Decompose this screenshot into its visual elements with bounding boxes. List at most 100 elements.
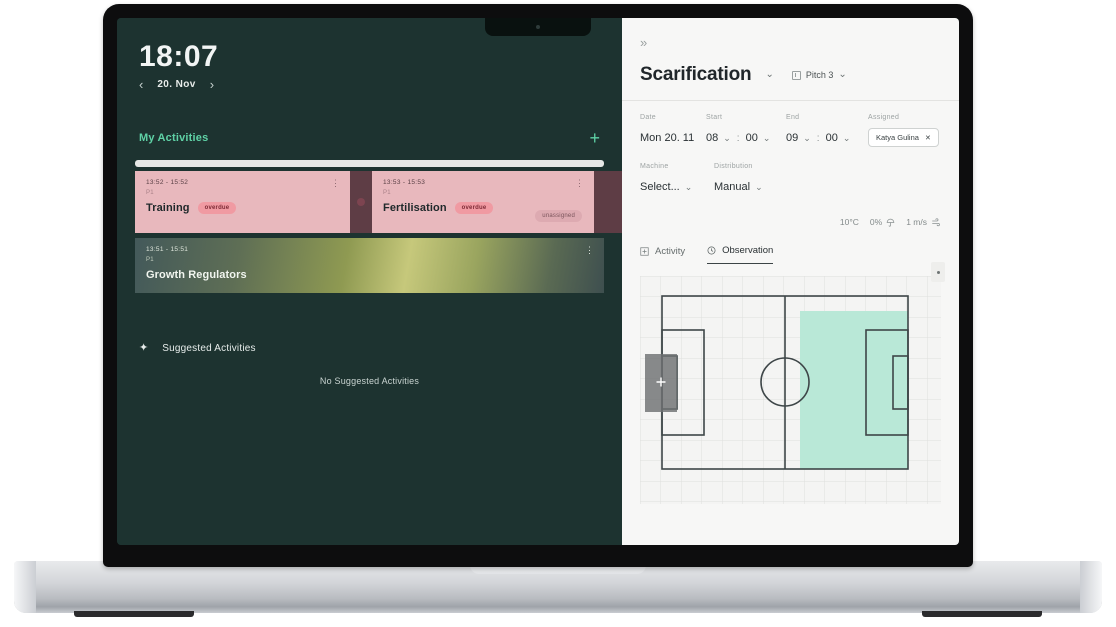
activity-time: 13:52 - 15:52 (146, 179, 189, 186)
divider (622, 100, 959, 101)
tab-activity-label: Activity (655, 245, 686, 257)
wind-icon (932, 217, 940, 226)
precipitation-item: 0% (870, 217, 895, 227)
machine-value: Select... ⌄ (640, 181, 698, 193)
temperature-value: 10°C (839, 217, 859, 227)
end-label: End (786, 114, 800, 121)
assignee-chip[interactable]: Katya Gulina ✕ (868, 128, 939, 147)
date-field: Date Mon 20. 11 (640, 114, 706, 147)
add-activity-button[interactable]: + (589, 129, 600, 147)
suggested-activities-header: ✦ Suggested Activities (117, 342, 622, 355)
base-foot-right (922, 611, 1042, 617)
assignee-name: Katya Gulina (876, 133, 919, 142)
activity-pitch: P1 (146, 257, 154, 263)
my-activities-title: My Activities (139, 132, 209, 144)
close-icon[interactable]: ✕ (925, 134, 931, 142)
activity-title: Growth Regulators (146, 269, 247, 281)
wind-value: 1 m/s (906, 217, 927, 227)
start-field: Start 08 ⌄ : 00 ⌄ (706, 114, 786, 147)
activity-card-training[interactable]: 13:52 - 15:52 P1 Training overdue ⋮ (135, 171, 350, 233)
collapse-panel-button[interactable]: » (640, 35, 647, 50)
temperature-item: 10°C (840, 217, 859, 227)
chevron-down-icon[interactable]: ⌄ (685, 182, 693, 192)
tab-activity[interactable]: Activity (640, 245, 685, 264)
detail-tabs: Activity Observation (640, 245, 941, 264)
pitch-selector[interactable]: Pitch 3 ⌄ (791, 70, 847, 80)
my-activities-header: My Activities + (117, 129, 622, 147)
weather-summary: 10°C 0% 1 m/s (640, 217, 941, 227)
diagram-zoom-button[interactable] (931, 262, 945, 282)
chevron-down-icon[interactable]: ⌄ (803, 133, 811, 143)
date-value[interactable]: Mon 20. 11 (640, 132, 706, 144)
screenshot-stage: 18:07 ‹ 20. Nov › My Activities + 13:52 … (0, 0, 1116, 627)
detail-title-row: Scarification ⌄ Pitch 3 ⌄ (640, 64, 941, 86)
assigned-label: Assigned (868, 114, 900, 121)
end-hour-select[interactable]: 09 (786, 132, 798, 144)
clock-section: 18:07 ‹ 20. Nov › (117, 42, 622, 92)
tab-observation-label: Observation (722, 245, 774, 256)
timeline-trailing-gap (594, 171, 622, 233)
start-minute-select[interactable]: 00 (746, 132, 758, 144)
page-title: Scarification (640, 64, 752, 85)
activity-menu-button[interactable]: ⋮ (331, 179, 340, 188)
unassigned-badge: unassigned (535, 210, 582, 222)
plus-box-icon (640, 246, 649, 256)
machine-label: Machine (640, 163, 669, 170)
activity-menu-button[interactable]: ⋮ (575, 179, 584, 188)
pitch-icon (791, 70, 801, 80)
pitch-diagram[interactable] (640, 276, 941, 504)
camera-icon (536, 25, 540, 29)
activity-card-fertilisation[interactable]: 13:53 - 15:53 P1 Fertilisation overdue u… (372, 171, 594, 233)
distribution-value: Manual ⌄ (714, 181, 804, 193)
pitch-diagram-container (640, 262, 945, 504)
chevron-down-icon[interactable]: ⌄ (843, 133, 851, 143)
activity-title-row: Growth Regulators (146, 269, 593, 281)
wind-item: 1 m/s (906, 217, 941, 227)
end-minute-select[interactable]: 00 (826, 132, 838, 144)
end-time-value: 09 ⌄ : 00 ⌄ (786, 132, 868, 144)
app-window: 18:07 ‹ 20. Nov › My Activities + 13:52 … (117, 18, 959, 545)
activity-timeline: 13:52 - 15:52 P1 Training overdue ⋮ 13:5… (117, 160, 622, 293)
chevron-down-icon[interactable]: ⌄ (755, 182, 763, 192)
chevron-down-icon[interactable]: ⌄ (723, 133, 731, 143)
timeline-scrollbar[interactable] (135, 160, 604, 167)
activity-cards-row: 13:52 - 15:52 P1 Training overdue ⋮ 13:5… (117, 171, 622, 233)
activity-title: Training (146, 202, 190, 214)
chevron-down-icon[interactable]: ⌄ (765, 70, 773, 80)
base-edge-left (14, 561, 36, 613)
activity-time: 13:51 - 15:51 (146, 246, 189, 253)
machine-select[interactable]: Select... (640, 181, 680, 193)
treatment-area-highlight (800, 311, 908, 469)
webcam-notch (485, 18, 591, 36)
zoom-dot-icon (936, 270, 940, 274)
sparkle-icon: ✦ (139, 342, 149, 354)
activity-card-growth-regulators[interactable]: 13:51 - 15:51 P1 Growth Regulators ⋮ (135, 238, 604, 293)
base-foot-left (74, 611, 194, 617)
pitch-label: Pitch 3 (805, 70, 834, 80)
detail-panel: » Scarification ⌄ Pitch 3 ⌄ Date Mon 20.… (622, 18, 959, 545)
suggested-activities-title: Suggested Activities (162, 343, 256, 354)
activity-pitch: P1 (146, 190, 154, 196)
timeline-gap (350, 171, 372, 233)
previous-day-button[interactable]: ‹ (139, 78, 143, 91)
chevron-down-icon[interactable]: ⌄ (763, 133, 771, 143)
distribution-label: Distribution (714, 163, 753, 170)
base-edge-right (1080, 561, 1102, 613)
time-separator: : (736, 132, 740, 144)
start-hour-select[interactable]: 08 (706, 132, 718, 144)
time-separator: : (816, 132, 820, 144)
tab-observation[interactable]: Observation (707, 245, 774, 264)
activity-title-row: Training overdue (146, 202, 339, 214)
overdue-badge: overdue (454, 202, 494, 214)
activity-menu-button[interactable]: ⋮ (585, 246, 594, 255)
activities-panel: 18:07 ‹ 20. Nov › My Activities + 13:52 … (117, 18, 622, 545)
date-label: Date (640, 114, 656, 121)
machine-field: Machine Select... ⌄ (640, 163, 698, 193)
end-field: End 09 ⌄ : 00 ⌄ (786, 114, 868, 147)
precipitation-value: 0% (869, 217, 883, 227)
assigned-field: Assigned Katya Gulina ✕ (868, 114, 941, 147)
next-day-button[interactable]: › (210, 78, 214, 91)
distribution-select[interactable]: Manual (714, 181, 750, 193)
distribution-field: Distribution Manual ⌄ (714, 163, 804, 193)
umbrella-icon (886, 218, 895, 227)
